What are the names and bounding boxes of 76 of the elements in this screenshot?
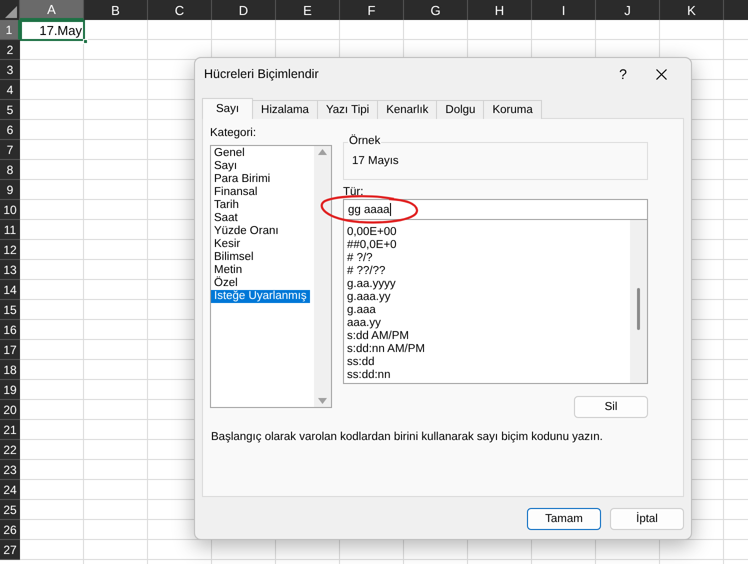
category-item[interactable]: Yüzde Oranı	[211, 225, 282, 238]
sample-label: Örnek	[348, 135, 382, 147]
category-item[interactable]: Özel	[211, 277, 241, 290]
row-header[interactable]: 13	[0, 260, 20, 280]
row-header[interactable]: 26	[0, 520, 20, 540]
row-header[interactable]: 16	[0, 320, 20, 340]
row-header[interactable]: 12	[0, 240, 20, 260]
delete-button[interactable]: Sil	[574, 396, 648, 418]
category-item[interactable]: Para Birimi	[211, 173, 274, 186]
tab[interactable]: Kenarlık	[377, 100, 438, 119]
column-header[interactable]: A	[20, 0, 84, 20]
format-code-list[interactable]: 0,00E+00 ##0,0E+0 # ?/? # ??/?? g.aa.yyyy g.aaa.yy g.aaa aaa.yy s:dd AM/PM s:dd:nn AM/PM ss:dd ss:dd:nn	[343, 220, 648, 384]
selected-cell[interactable]: 17.May	[20, 20, 85, 41]
row-header[interactable]: 22	[0, 440, 20, 460]
row-header[interactable]: 19	[0, 380, 20, 400]
category-item[interactable]: Genel	[211, 147, 248, 160]
dialog-button[interactable]: Tamam	[527, 508, 601, 530]
row-header[interactable]: 14	[0, 280, 20, 300]
tab[interactable]: Koruma	[483, 100, 542, 119]
category-item[interactable]: Metin	[211, 264, 246, 277]
row-header[interactable]: 1	[0, 20, 20, 40]
row-header[interactable]: 23	[0, 460, 20, 480]
row-header[interactable]: 25	[0, 500, 20, 520]
row-header[interactable]: 15	[0, 300, 20, 320]
category-label: Kategori:	[210, 127, 258, 141]
close-icon	[656, 68, 666, 80]
row-header[interactable]: 18	[0, 360, 20, 380]
category-item[interactable]: Bilimsel	[211, 251, 257, 264]
category-item[interactable]: Saat	[211, 212, 241, 225]
category-item[interactable]: Tarih	[211, 199, 242, 212]
hint-text: Başlangıç olarak varolan kodlardan birini kullanarak sayı biçim kodunu yazın.	[211, 431, 604, 443]
type-label: Tür:	[343, 186, 364, 199]
category-item[interactable]: Sayı	[211, 160, 240, 173]
scroll-up-icon[interactable]	[318, 149, 327, 155]
row-header[interactable]: 24	[0, 480, 20, 500]
row-header[interactable]: 5	[0, 100, 20, 120]
category-item[interactable]: Finansal	[211, 186, 260, 199]
dialog-button[interactable]: İptal	[610, 508, 684, 530]
format-code-item[interactable]: # ??/??	[344, 265, 388, 278]
tab[interactable]: Sayı	[202, 98, 254, 119]
row-header[interactable]: 3	[0, 60, 20, 80]
row-header[interactable]: 20	[0, 400, 20, 420]
row-header[interactable]: 9	[0, 180, 20, 200]
row-header[interactable]: 27	[0, 540, 20, 560]
format-code-item[interactable]: g.aa.yyyy	[344, 278, 399, 291]
type-input[interactable]: gg aaaa	[343, 199, 648, 220]
scrollbar-thumb[interactable]	[637, 288, 640, 330]
tab[interactable]: Dolgu	[436, 100, 484, 119]
row-header[interactable]: 6	[0, 120, 20, 140]
format-code-item[interactable]: g.aaa	[344, 304, 379, 317]
row-header[interactable]: 8	[0, 160, 20, 180]
category-item[interactable]: Kesir	[211, 238, 244, 251]
format-code-item[interactable]: 0,00E+00	[344, 226, 400, 239]
format-code-item[interactable]: aaa.yy	[344, 317, 384, 330]
format-code-item[interactable]: ss:dd:nn	[344, 369, 394, 382]
format-code-item[interactable]: s:dd:nn AM/PM	[344, 343, 428, 356]
format-code-item[interactable]: ##0,0E+0	[344, 239, 400, 252]
format-code-item[interactable]: # ?/?	[344, 252, 376, 265]
sample-value: 17 Mayıs	[352, 155, 400, 167]
tab[interactable]: Hizalama	[252, 100, 318, 119]
row-header[interactable]: 2	[0, 40, 20, 60]
row-header[interactable]: 11	[0, 220, 20, 240]
category-item[interactable]: İsteğe Uyarlanmış	[211, 290, 310, 303]
row-header[interactable]: 4	[0, 80, 20, 100]
dialog-title: Hücreleri Biçimlendir	[204, 67, 320, 81]
help-button[interactable]: ?	[608, 60, 638, 88]
format-code-item[interactable]: ss:dd	[344, 356, 378, 369]
format-code-item[interactable]: g.aaa.yy	[344, 291, 394, 304]
row-header[interactable]: 10	[0, 200, 20, 220]
scroll-down-icon[interactable]	[318, 398, 327, 404]
tab[interactable]: Yazı Tipi	[316, 100, 378, 119]
format-code-item[interactable]: s:dd AM/PM	[344, 330, 412, 343]
row-header[interactable]: 7	[0, 140, 20, 160]
row-header[interactable]: 17	[0, 340, 20, 360]
row-header[interactable]: 21	[0, 420, 20, 440]
category-list[interactable]: Genel Sayı Para Birimi Finansal Tarih Saat Yüzde Oranı Kesir Bilimsel Metin Özel İsteğe Uyarlanmış	[210, 145, 332, 408]
